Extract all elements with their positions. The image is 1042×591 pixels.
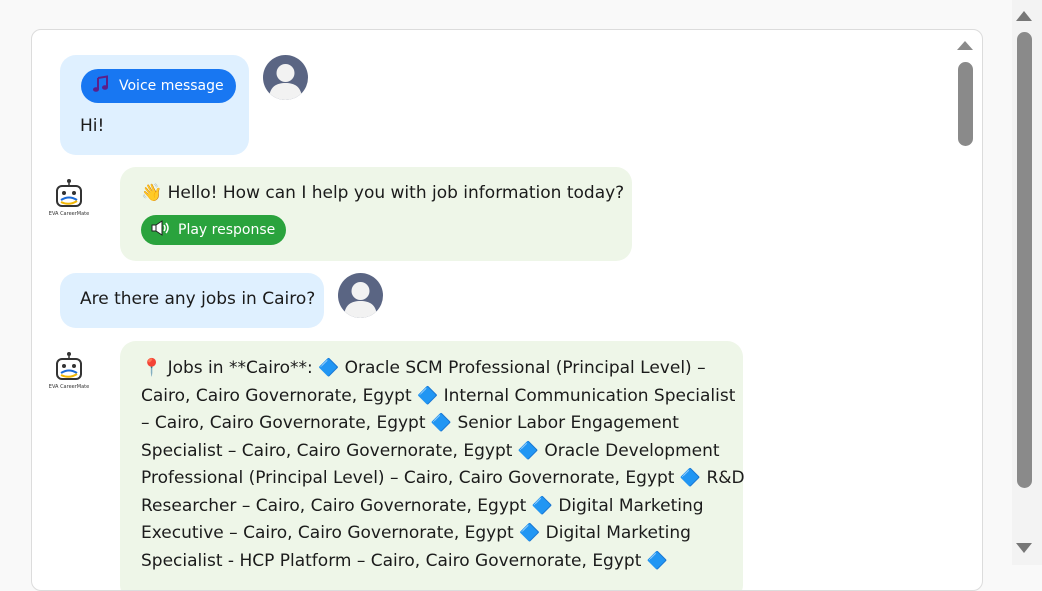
bot-jobs-line: Researcher – Cairo, Cairo Governorate, E… <box>141 495 704 516</box>
chat-container: Voice message Hi! EVA CareerMate 👋 Hello… <box>31 29 983 591</box>
bot-logo-label: EVA CareerMate <box>48 211 90 217</box>
bot-jobs-line: Specialist - HCP Platform – Cairo, Cairo… <box>141 550 668 571</box>
bot-jobs-line: Professional (Principal Level) – Cairo, … <box>141 468 745 488</box>
chat-scroll-thumb[interactable] <box>958 62 973 146</box>
user-avatar-icon <box>338 273 383 318</box>
page-scroll-up-arrow-icon[interactable] <box>1016 11 1032 21</box>
robot-icon <box>47 178 91 212</box>
bot-message-jobs: 📍 Jobs in **Cairo**: 🔷 Oracle SCM Profes… <box>120 341 745 590</box>
bot-jobs-line: – Cairo, Cairo Governorate, Egypt 🔷 Seni… <box>141 413 679 433</box>
user-avatar-icon <box>263 55 308 100</box>
bot-message-greeting: 👋 Hello! How can I help you with job inf… <box>120 167 632 261</box>
bot-message-text: 👋 Hello! How can I help you with job inf… <box>141 183 625 203</box>
bot-avatar: EVA CareerMate <box>47 351 91 395</box>
bot-jobs-text: 📍 Jobs in **Cairo**: 🔷 Oracle SCM Profes… <box>141 355 745 575</box>
play-response-button[interactable]: Play response <box>141 215 287 245</box>
voice-message-button[interactable]: Voice message <box>81 69 236 103</box>
user-message-text: Are there any jobs in Cairo? <box>80 289 316 309</box>
bot-logo-label: EVA CareerMate <box>48 384 90 390</box>
user-message-voice: Voice message Hi! <box>60 55 249 155</box>
bot-jobs-line: Cairo, Cairo Governorate, Egypt 🔷 Intern… <box>141 385 736 406</box>
page-scroll-down-arrow-icon[interactable] <box>1016 543 1032 553</box>
bot-jobs-line: Specialist – Cairo, Cairo Governorate, E… <box>141 440 720 461</box>
play-response-label: Play response <box>178 222 276 238</box>
bot-jobs-line: Executive – Cairo, Cairo Governorate, Eg… <box>141 523 691 543</box>
robot-icon <box>47 351 91 385</box>
voice-message-label: Voice message <box>119 78 224 94</box>
music-note-icon <box>91 74 111 98</box>
bot-avatar: EVA CareerMate <box>47 178 91 222</box>
user-message-question: Are there any jobs in Cairo? <box>60 273 324 328</box>
chat-scroll-up-arrow-icon[interactable] <box>957 41 973 50</box>
bot-jobs-line: 📍 Jobs in **Cairo**: 🔷 Oracle SCM Profes… <box>141 358 706 378</box>
user-message-text: Hi! <box>80 116 105 136</box>
speaker-icon <box>151 219 171 241</box>
page-scroll-thumb[interactable] <box>1017 32 1032 488</box>
